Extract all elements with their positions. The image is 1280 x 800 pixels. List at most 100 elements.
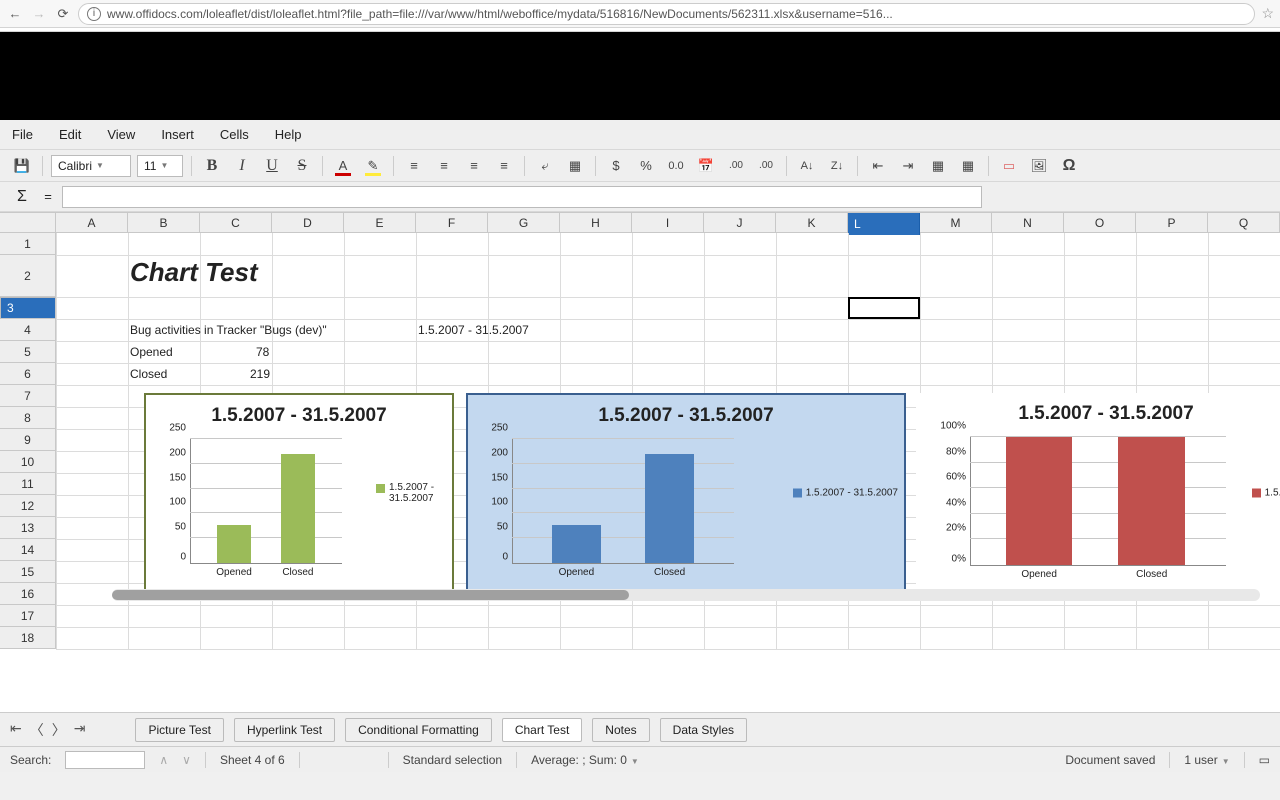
remove-decimal-icon[interactable]: .00	[754, 154, 778, 178]
percent-icon[interactable]: %	[634, 154, 658, 178]
menu-view[interactable]: View	[107, 127, 135, 142]
font-select[interactable]: Calibri▼	[51, 155, 131, 177]
date-icon[interactable]: 📅	[694, 154, 718, 178]
italic-button[interactable]: I	[230, 154, 254, 178]
row-1[interactable]: 1	[0, 233, 56, 255]
row-headers[interactable]: 1 2 3 4 5 6 7 8 9 10 11 12 13 14 15 16 1…	[0, 233, 56, 649]
zoom-icon[interactable]: ▭	[1259, 753, 1270, 767]
first-sheet-icon[interactable]: ⇤	[10, 720, 22, 740]
add-decimal-icon[interactable]: .00	[724, 154, 748, 178]
row-9[interactable]: 9	[0, 429, 56, 451]
row-7[interactable]: 7	[0, 385, 56, 407]
last-sheet-icon[interactable]: ⇥	[74, 720, 86, 740]
row-14[interactable]: 14	[0, 539, 56, 561]
cell-c6[interactable]: 219	[250, 367, 270, 381]
font-color-button[interactable]: A	[331, 154, 355, 178]
special-char-icon[interactable]: Ω	[1057, 154, 1081, 178]
col-L[interactable]: L	[848, 213, 920, 235]
borders-icon[interactable]: ▦	[926, 154, 950, 178]
column-headers[interactable]: A B C D E F G H I J K L M N O P Q	[0, 213, 1280, 233]
row-5[interactable]: 5	[0, 341, 56, 363]
bookmark-star-icon[interactable]: ☆	[1261, 5, 1274, 22]
bold-button[interactable]: B	[200, 154, 224, 178]
row-11[interactable]: 11	[0, 473, 56, 495]
horizontal-scrollbar[interactable]	[112, 589, 1260, 601]
currency-icon[interactable]: $	[604, 154, 628, 178]
row-15[interactable]: 15	[0, 561, 56, 583]
spreadsheet[interactable]: A B C D E F G H I J K L M N O P Q 1 2 3 …	[0, 212, 1280, 712]
active-cell[interactable]	[848, 297, 920, 319]
col-M[interactable]: M	[920, 213, 992, 232]
row-2[interactable]: 2	[0, 255, 56, 297]
insert-image-icon[interactable]: 🖼	[1027, 154, 1051, 178]
forward-button[interactable]: →	[30, 5, 48, 23]
col-P[interactable]: P	[1136, 213, 1208, 232]
menu-insert[interactable]: Insert	[161, 127, 194, 142]
row-13[interactable]: 13	[0, 517, 56, 539]
col-H[interactable]: H	[560, 213, 632, 232]
menu-cells[interactable]: Cells	[220, 127, 249, 142]
search-prev-icon[interactable]: ∧	[159, 753, 168, 767]
highlight-button[interactable]: ✎	[361, 154, 385, 178]
col-E[interactable]: E	[344, 213, 416, 232]
col-A[interactable]: A	[56, 213, 128, 232]
col-J[interactable]: J	[704, 213, 776, 232]
cell-f4[interactable]: 1.5.2007 - 31.5.2007	[418, 323, 529, 337]
sort-asc-icon[interactable]: A↓	[795, 154, 819, 178]
sort-desc-icon[interactable]: Z↓	[825, 154, 849, 178]
tab-conditional-formatting[interactable]: Conditional Formatting	[345, 718, 492, 742]
col-G[interactable]: G	[488, 213, 560, 232]
indent-inc-icon[interactable]: ⇥	[896, 154, 920, 178]
chart-blue[interactable]: 1.5.2007 - 31.5.2007 050100150200250 Ope…	[466, 393, 906, 593]
underline-button[interactable]: U	[260, 154, 284, 178]
user-count[interactable]: 1 user▼	[1184, 753, 1229, 767]
row-4[interactable]: 4	[0, 319, 56, 341]
aggregate[interactable]: Average: ; Sum: 0▼	[531, 753, 639, 767]
row-6[interactable]: 6	[0, 363, 56, 385]
search-next-icon[interactable]: ∨	[182, 753, 191, 767]
col-N[interactable]: N	[992, 213, 1064, 232]
row-8[interactable]: 8	[0, 407, 56, 429]
wrap-text-icon[interactable]: ⤶	[533, 154, 557, 178]
cell-b6[interactable]: Closed	[130, 367, 167, 381]
insert-rect-icon[interactable]: ▭	[997, 154, 1021, 178]
address-bar[interactable]: i www.offidocs.com/loleaflet/dist/loleaf…	[78, 3, 1255, 25]
tab-chart-test[interactable]: Chart Test	[502, 718, 582, 742]
site-info-icon[interactable]: i	[87, 7, 101, 21]
align-center-icon[interactable]: ≡	[432, 154, 456, 178]
number-icon[interactable]: 0.0	[664, 154, 688, 178]
tab-picture-test[interactable]: Picture Test	[135, 718, 223, 742]
row-17[interactable]: 17	[0, 605, 56, 627]
menu-file[interactable]: File	[12, 127, 33, 142]
reload-button[interactable]: ⟳	[54, 5, 72, 23]
cell-b4[interactable]: Bug activities in Tracker "Bugs (dev)"	[130, 323, 327, 337]
borders2-icon[interactable]: ▦	[956, 154, 980, 178]
indent-dec-icon[interactable]: ⇤	[866, 154, 890, 178]
chart-green[interactable]: 1.5.2007 - 31.5.2007 050100150200250 Ope…	[144, 393, 454, 593]
tab-data-styles[interactable]: Data Styles	[660, 718, 747, 742]
search-input[interactable]	[65, 751, 145, 769]
row-18[interactable]: 18	[0, 627, 56, 649]
selection-mode[interactable]: Standard selection	[403, 753, 502, 767]
row-3[interactable]: 3	[0, 297, 56, 319]
align-left-icon[interactable]: ≡	[402, 154, 426, 178]
col-O[interactable]: O	[1064, 213, 1136, 232]
row-16[interactable]: 16	[0, 583, 56, 605]
cell-b5[interactable]: Opened	[130, 345, 173, 359]
tab-nav[interactable]: ⇤ 〈 〉 ⇥	[10, 720, 85, 740]
tab-notes[interactable]: Notes	[592, 718, 649, 742]
col-Q[interactable]: Q	[1208, 213, 1280, 232]
menu-edit[interactable]: Edit	[59, 127, 81, 142]
row-12[interactable]: 12	[0, 495, 56, 517]
back-button[interactable]: ←	[6, 5, 24, 23]
col-F[interactable]: F	[416, 213, 488, 232]
col-I[interactable]: I	[632, 213, 704, 232]
prev-sheet-icon[interactable]: 〈	[30, 720, 44, 740]
formula-input[interactable]	[62, 186, 982, 208]
merge-cells-icon[interactable]: ▦	[563, 154, 587, 178]
grid[interactable]: Chart Test Bug activities in Tracker "Bu…	[56, 233, 1280, 649]
col-K[interactable]: K	[776, 213, 848, 232]
tab-hyperlink-test[interactable]: Hyperlink Test	[234, 718, 335, 742]
row-10[interactable]: 10	[0, 451, 56, 473]
col-C[interactable]: C	[200, 213, 272, 232]
